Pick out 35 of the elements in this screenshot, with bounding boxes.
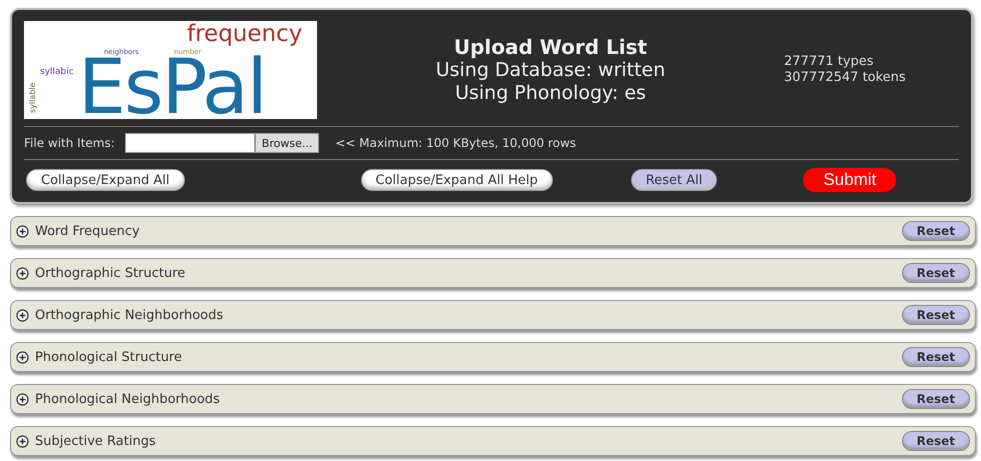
expand-icon[interactable] [16, 266, 29, 280]
section-title[interactable]: Orthographic Neighborhoods [35, 308, 902, 322]
section-title[interactable]: Orthographic Structure [35, 266, 902, 280]
file-label: File with Items: [24, 136, 115, 150]
reset-button[interactable]: Reset [902, 305, 970, 325]
logo-word: syllable [28, 82, 38, 113]
expand-icon[interactable] [16, 308, 29, 322]
corpus-count: 277771 types [784, 54, 875, 70]
section-title[interactable]: Phonological Neighborhoods [35, 392, 902, 406]
reset-button[interactable]: Reset [902, 221, 970, 241]
logo-word: frequency [187, 21, 302, 47]
file-field[interactable] [124, 133, 255, 153]
database-info: Using Database: written [434, 58, 666, 82]
reset-button[interactable]: Reset [902, 431, 970, 451]
reset-button[interactable]: Reset [902, 263, 970, 283]
database-info: Using Phonology: es [454, 82, 647, 104]
section-title[interactable]: Word Frequency [35, 224, 902, 238]
expand-icon[interactable] [16, 434, 29, 448]
corpus-count: 307772547 tokens [784, 70, 907, 86]
logo-word: syllabic [40, 67, 74, 77]
page-title: Upload Word List [452, 36, 648, 58]
logo-word: EsPal [78, 57, 266, 117]
expand-icon[interactable] [16, 224, 29, 238]
collapse-expand-button[interactable]: Collapse/Expand All [26, 169, 184, 191]
reset-button[interactable]: Reset [902, 389, 970, 409]
reset-all-button[interactable]: Reset All [630, 169, 718, 191]
size-limit-note: << Maximum: 100 KBytes, 10,000 rows [335, 136, 576, 150]
section-title[interactable]: Phonological Structure [35, 350, 902, 364]
expand-icon[interactable] [16, 392, 29, 406]
expand-icon[interactable] [16, 350, 29, 364]
submit-button[interactable]: Submit [803, 168, 896, 192]
section-title[interactable]: Subjective Ratings [35, 434, 902, 448]
reset-button[interactable]: Reset [902, 347, 970, 367]
collapse-expand-button[interactable]: Collapse/Expand All Help [360, 169, 553, 191]
browse-button[interactable]: Browse... [254, 133, 320, 153]
